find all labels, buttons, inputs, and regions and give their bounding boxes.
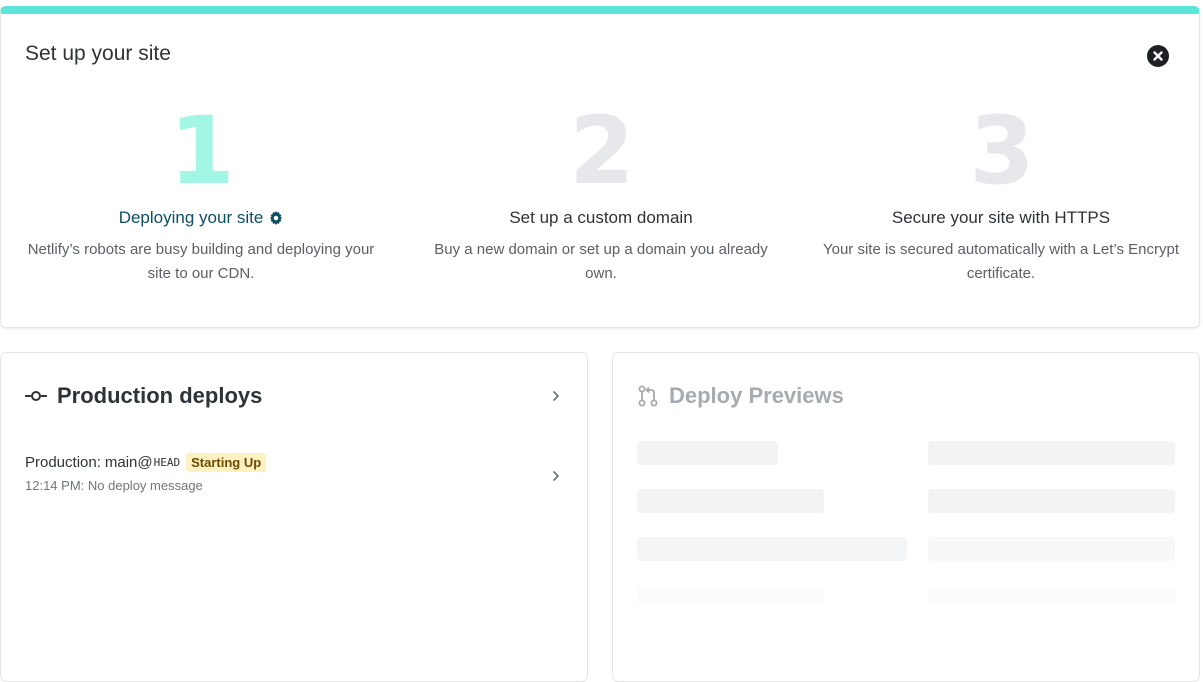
step-heading-link[interactable]: Deploying your site bbox=[119, 208, 284, 228]
deploy-context: Production bbox=[25, 454, 97, 471]
deploy-list-item[interactable]: Production: main@ HEAD Starting Up 12:14… bbox=[25, 453, 563, 501]
deploy-summary: Production: main@ HEAD Starting Up bbox=[25, 453, 563, 472]
step-number: 1 bbox=[169, 97, 234, 206]
deploy-previews-card: Deploy Previews bbox=[612, 352, 1200, 682]
loading-skeleton bbox=[928, 537, 1175, 561]
step-heading: Secure your site with HTTPS bbox=[891, 208, 1111, 227]
setup-step-3: 3 Secure your site with HTTPS Your site … bbox=[801, 104, 1201, 286]
chevron-right-icon bbox=[553, 471, 559, 481]
deploy-ref: HEAD bbox=[153, 456, 181, 469]
deploy-branch: main@ bbox=[104, 454, 153, 471]
production-deploys-title: Production deploys bbox=[57, 383, 263, 408]
step-description: Netlify’s robots are busy building and d… bbox=[27, 241, 375, 282]
loading-skeleton bbox=[928, 441, 1175, 465]
step-heading: Set up a custom domain bbox=[509, 208, 693, 227]
gear-icon bbox=[270, 211, 283, 225]
step-description: Your site is secured automatically with … bbox=[822, 241, 1179, 282]
production-deploys-card: Production deploys Production: main@ HEA… bbox=[0, 352, 588, 682]
pull-request-icon bbox=[638, 385, 658, 407]
deploy-message: No deploy message bbox=[87, 478, 203, 493]
setup-card: Set up your site 1 Deploying your site N… bbox=[0, 6, 1200, 328]
step-heading-label: Deploying your site bbox=[118, 208, 264, 227]
status-badge: Starting Up bbox=[186, 453, 267, 472]
deploy-time: 12:14 PM bbox=[25, 478, 81, 493]
setup-step-2: 2 Set up a custom domain Buy a new domai… bbox=[401, 104, 801, 286]
loading-skeleton bbox=[928, 587, 1175, 603]
loading-skeleton bbox=[928, 489, 1175, 513]
setup-step-1: 1 Deploying your site Netlify’s robots a… bbox=[1, 104, 401, 286]
close-button[interactable] bbox=[1147, 45, 1169, 67]
step-number: 3 bbox=[969, 97, 1034, 206]
deploy-previews-title: Deploy Previews bbox=[669, 383, 844, 408]
loading-skeleton bbox=[637, 537, 907, 561]
step-description: Buy a new domain or set up a domain you … bbox=[434, 241, 768, 282]
chevron-right-icon[interactable] bbox=[549, 387, 563, 405]
commit-icon bbox=[25, 391, 47, 401]
production-deploys-header[interactable]: Production deploys bbox=[25, 381, 563, 411]
deploy-previews-header: Deploy Previews bbox=[637, 381, 1175, 411]
step-number: 2 bbox=[569, 97, 634, 206]
loading-skeleton bbox=[637, 587, 824, 603]
loading-skeleton bbox=[637, 441, 778, 465]
close-icon bbox=[1153, 51, 1163, 61]
deploy-meta: 12:14 PM: No deploy message bbox=[25, 478, 203, 493]
loading-skeleton bbox=[637, 489, 824, 513]
setup-title: Set up your site bbox=[25, 42, 171, 65]
